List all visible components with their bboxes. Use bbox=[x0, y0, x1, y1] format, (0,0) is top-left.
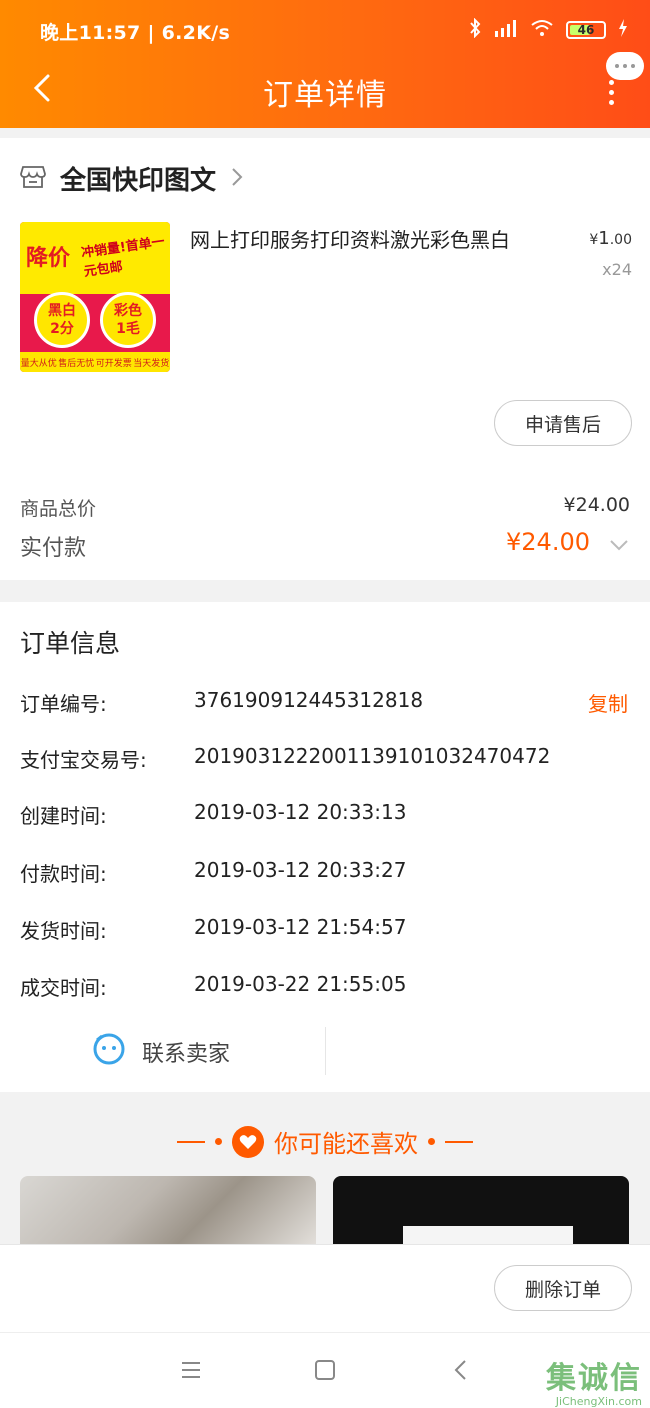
order-info-heading: 订单信息 bbox=[20, 629, 121, 658]
chevron-down-icon[interactable] bbox=[608, 534, 630, 556]
price-integer: 1 bbox=[598, 228, 610, 249]
delete-order-button[interactable]: 删除订单 bbox=[494, 1265, 632, 1311]
chat-face-icon bbox=[92, 1032, 126, 1072]
decor-line bbox=[177, 1140, 205, 1143]
paid-time-value: 2019-03-12 20:33:27 bbox=[194, 858, 407, 882]
product-image-color-badge: 彩色 1毛 bbox=[100, 292, 156, 348]
product-image-bw-badge: 黑白 2分 bbox=[34, 292, 90, 348]
order-item-card: 全国快印图文 降价 冲销量!首单一元包邮 黑白 2分 彩色 1毛 量大从优 售后… bbox=[0, 138, 650, 580]
battery-level: 46 bbox=[577, 23, 595, 37]
wifi-icon bbox=[530, 19, 554, 41]
created-time-value: 2019-03-12 20:33:13 bbox=[194, 800, 407, 824]
order-number-value: 376190912445312818 bbox=[194, 688, 424, 712]
heart-icon bbox=[232, 1125, 264, 1158]
product-quantity: x24 bbox=[602, 260, 632, 279]
product-image-headline: 降价 bbox=[26, 246, 71, 271]
watermark-text: 集诚信 bbox=[546, 1361, 642, 1396]
page-title: 订单详情 bbox=[263, 78, 387, 113]
product-price: ¥1.00 bbox=[589, 228, 632, 249]
app-header: 晚上11:57 | 6.2K/s 46 订单详情 bbox=[0, 0, 650, 128]
back-triangle-icon[interactable] bbox=[448, 1357, 474, 1383]
watermark-logo: 集诚信 JiChengXin.com bbox=[546, 1353, 642, 1408]
footer-tag: 可开发票 bbox=[95, 358, 132, 369]
decor-dot bbox=[215, 1138, 222, 1145]
product-title[interactable]: 网上打印服务打印资料激光彩色黑白 bbox=[190, 224, 510, 253]
signal-icon bbox=[494, 19, 518, 41]
shipped-time-label: 发货时间: bbox=[20, 919, 107, 943]
product-image[interactable]: 降价 冲销量!首单一元包邮 黑白 2分 彩色 1毛 量大从优 售后无忧 可开发票… bbox=[20, 222, 170, 372]
paid-amount-value: ¥24.00 bbox=[506, 528, 590, 556]
decor-dot bbox=[428, 1138, 435, 1145]
charging-icon bbox=[618, 19, 628, 41]
alipay-trade-label: 支付宝交易号: bbox=[20, 748, 147, 772]
battery-icon: 46 bbox=[566, 21, 606, 39]
paid-amount-label: 实付款 bbox=[20, 536, 87, 561]
color-price: 1毛 bbox=[116, 321, 140, 337]
status-icons: 46 bbox=[468, 17, 628, 42]
price-decimal: .00 bbox=[609, 232, 632, 248]
apply-aftersale-button[interactable]: 申请售后 bbox=[494, 400, 632, 446]
alipay-trade-value: 2019031222001139101032470472 bbox=[194, 744, 551, 768]
decor-line bbox=[445, 1140, 473, 1143]
contact-seller-button[interactable]: 联系卖家 bbox=[92, 1032, 230, 1072]
footer-tag: 售后无忧 bbox=[58, 358, 95, 369]
watermark-url: JiChengXin.com bbox=[555, 1395, 642, 1408]
contact-seller-label: 联系卖家 bbox=[142, 1042, 231, 1067]
completed-time-value: 2019-03-22 21:55:05 bbox=[194, 972, 407, 996]
home-square-icon[interactable] bbox=[312, 1357, 338, 1383]
total-price-label: 商品总价 bbox=[20, 498, 97, 520]
created-time-label: 创建时间: bbox=[20, 804, 107, 828]
order-number-label: 订单编号: bbox=[20, 692, 107, 716]
divider bbox=[325, 1027, 326, 1075]
status-time: 晚上11:57 | 6.2K/s bbox=[40, 22, 231, 44]
order-info-card: 订单信息 订单编号: 376190912445312818 复制 支付宝交易号:… bbox=[0, 602, 650, 1092]
product-image-footer: 量大从优 售后无忧 可开发票 当天发货 bbox=[20, 352, 170, 372]
bw-label: 黑白 bbox=[48, 303, 76, 319]
completed-time-label: 成交时间: bbox=[20, 976, 107, 1000]
copy-button[interactable]: 复制 bbox=[588, 688, 628, 717]
menu-icon[interactable] bbox=[178, 1357, 204, 1383]
system-nav-bar: 集诚信 JiChengXin.com bbox=[0, 1332, 650, 1408]
total-price-value: ¥24.00 bbox=[563, 494, 630, 516]
bottom-action-bar: 删除订单 bbox=[0, 1244, 650, 1332]
color-label: 彩色 bbox=[114, 303, 142, 319]
message-icon[interactable] bbox=[606, 52, 644, 80]
paid-time-label: 付款时间: bbox=[20, 862, 107, 886]
bluetooth-icon bbox=[468, 17, 482, 42]
store-icon bbox=[20, 165, 46, 193]
recommend-heading: 你可能还喜欢 bbox=[0, 1124, 650, 1159]
more-menu-icon[interactable] bbox=[609, 80, 614, 105]
bw-price: 2分 bbox=[50, 321, 74, 337]
currency-symbol: ¥ bbox=[589, 232, 599, 248]
shop-name: 全国快印图文 bbox=[60, 166, 217, 196]
shop-link[interactable]: 全国快印图文 bbox=[20, 160, 244, 197]
recommend-title: 你可能还喜欢 bbox=[274, 1130, 418, 1158]
chevron-right-icon bbox=[230, 166, 244, 192]
shipped-time-value: 2019-03-12 21:54:57 bbox=[194, 915, 407, 939]
footer-tag: 量大从优 bbox=[20, 358, 57, 369]
footer-tag: 当天发货 bbox=[133, 358, 170, 369]
